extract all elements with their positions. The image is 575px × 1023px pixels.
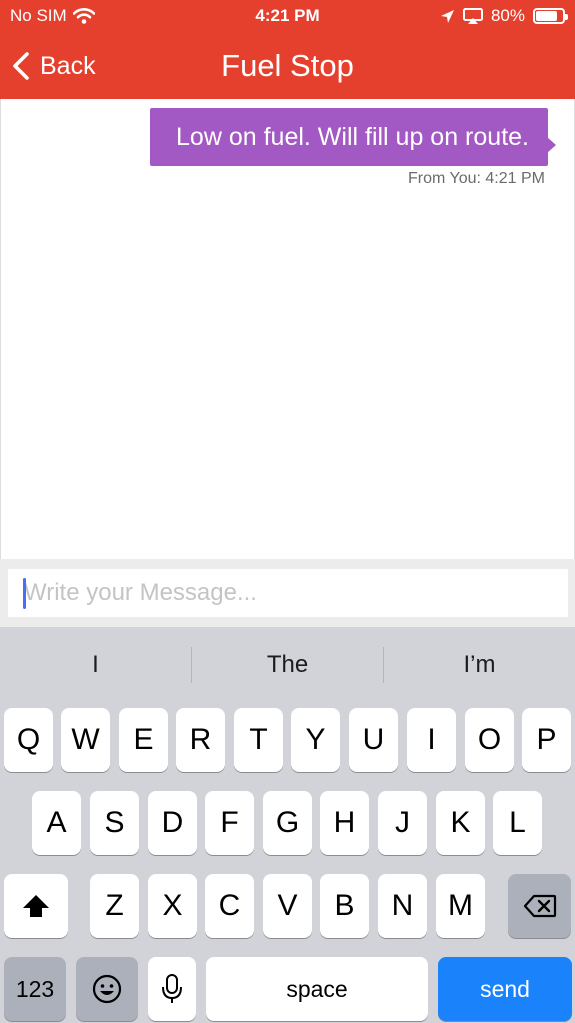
key-s[interactable]: S [90,791,139,855]
location-arrow-icon [440,9,454,23]
message-input[interactable] [8,569,568,617]
send-key[interactable]: send [438,957,572,1021]
key-a[interactable]: A [32,791,81,855]
key-b[interactable]: B [320,874,369,938]
microphone-icon [162,974,182,1003]
key-u[interactable]: U [349,708,398,772]
numbers-key[interactable]: 123 [4,957,66,1021]
nav-bar: Back Fuel Stop [0,34,575,99]
key-m[interactable]: M [436,874,485,938]
emoji-icon [92,974,122,1004]
key-o[interactable]: O [465,708,514,772]
space-key[interactable]: space [206,957,428,1021]
key-z[interactable]: Z [90,874,139,938]
delete-key[interactable] [508,874,571,938]
suggestion-3[interactable]: I’m [384,627,575,703]
chat-area: Low on fuel. Will fill up on route. From… [0,99,575,559]
battery-nub [565,14,568,20]
key-h[interactable]: H [320,791,369,855]
key-t[interactable]: T [234,708,283,772]
backspace-icon [523,894,556,918]
dictation-key[interactable] [148,957,196,1021]
key-l[interactable]: L [493,791,542,855]
text-caret [23,578,26,609]
key-d[interactable]: D [148,791,197,855]
key-c[interactable]: C [205,874,254,938]
key-f[interactable]: F [205,791,254,855]
airplay-icon [462,8,483,24]
bubble-tail [547,137,556,153]
key-g[interactable]: G [263,791,312,855]
status-bar: No SIM 4:21 PM 80% [0,0,575,34]
message-meta: From You: 4:21 PM [408,170,545,187]
key-i[interactable]: I [407,708,456,772]
app-header: No SIM 4:21 PM 80% Back Fuel Stop [0,0,575,99]
keyboard: I The I’m Q W E R T Y U I O P A S D F G … [0,627,575,1023]
key-y[interactable]: Y [291,708,340,772]
key-k[interactable]: K [436,791,485,855]
suggestion-1[interactable]: I [0,627,191,703]
key-r[interactable]: R [176,708,225,772]
shift-key[interactable] [4,874,68,938]
page-title: Fuel Stop [221,48,354,83]
key-j[interactable]: J [378,791,427,855]
key-v[interactable]: V [263,874,312,938]
battery-percent: 80% [490,6,525,25]
emoji-key[interactable] [76,957,138,1021]
key-q[interactable]: Q [4,708,53,772]
battery-fill [536,11,557,21]
status-right: 80% [440,6,568,26]
key-x[interactable]: X [148,874,197,938]
battery-icon [533,8,568,24]
key-n[interactable]: N [378,874,427,938]
key-w[interactable]: W [61,708,110,772]
composer-bar [0,559,575,627]
key-p[interactable]: P [522,708,571,772]
message-bubble: Low on fuel. Will fill up on route. [150,108,548,166]
suggestion-2[interactable]: The [192,627,383,703]
key-e[interactable]: E [119,708,168,772]
shift-arrow-icon [23,895,49,917]
